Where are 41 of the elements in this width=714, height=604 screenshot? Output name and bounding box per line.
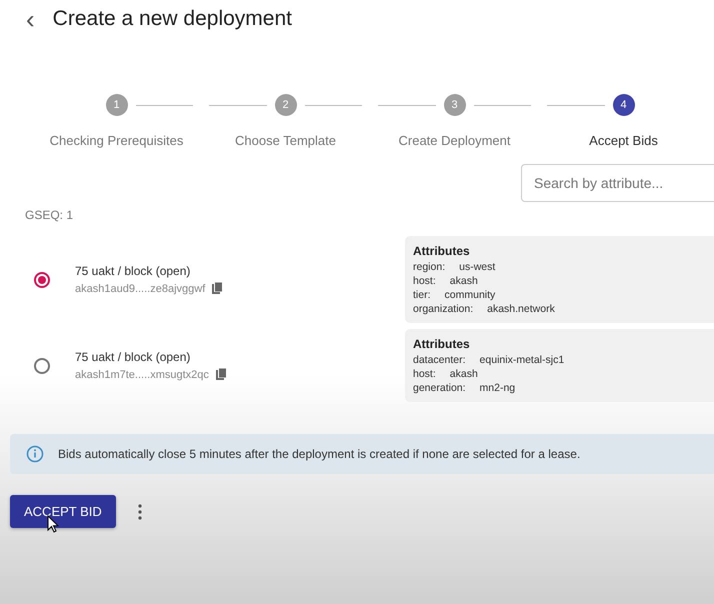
provider-address: akash1m7te.....xmsugtx2qc (75, 368, 209, 380)
attribute-key: host: (413, 275, 436, 287)
attribute-key: region: (413, 261, 446, 273)
more-options-icon[interactable] (138, 504, 142, 520)
attribute-value: akash (450, 368, 478, 380)
attribute-key: host: (413, 368, 436, 380)
back-button[interactable]: ‹ (26, 6, 35, 32)
attribute-value: akash (450, 275, 478, 287)
radio-button[interactable] (34, 272, 50, 288)
copy-icon[interactable] (214, 368, 227, 381)
attribute-value: us-west (459, 261, 496, 273)
radio-button[interactable] (34, 358, 50, 374)
attribute-key: organization: (413, 303, 474, 315)
page-title: Create a new deployment (52, 7, 292, 31)
step-number: 4 (612, 94, 634, 116)
attribute-key: datacenter: (413, 354, 466, 366)
step-number: 1 (106, 94, 128, 116)
bid-price: 75 uakt / block (open) (75, 264, 192, 278)
step-number: 3 (444, 94, 466, 116)
step-label: Checking Prerequisites (50, 133, 184, 148)
attribute-value: mn2-ng (480, 382, 516, 394)
step-label: Choose Template (235, 133, 336, 148)
search-field[interactable]: Search by attribute... (521, 164, 714, 202)
attribute-key: generation: (413, 382, 466, 394)
copy-icon[interactable] (211, 282, 224, 295)
attributes-title: Attributes (413, 337, 471, 351)
attributes-title: Attributes (413, 244, 471, 258)
attribute-value: akash.network (487, 303, 555, 315)
accept-bid-button[interactable]: ACCEPT BID (10, 495, 116, 528)
provider-address: akash1aud9.....ze8ajvggwf (75, 282, 206, 294)
gseq-label: GSEQ: 1 (25, 208, 74, 222)
attribute-value: equinix-metal-sjc1 (480, 354, 564, 366)
bid-price: 75 uakt / block (open) (75, 350, 192, 364)
info-icon (26, 445, 44, 463)
attribute-value: community (444, 289, 496, 301)
step-label: Accept Bids (589, 133, 658, 148)
step-number: 2 (274, 94, 296, 116)
attribute-key: tier: (413, 289, 431, 301)
cursor-icon (47, 515, 59, 533)
step-label: Create Deployment (398, 133, 510, 148)
info-text: Bids automatically close 5 minutes after the deployment is created if none are selected for a lease. (58, 447, 580, 461)
